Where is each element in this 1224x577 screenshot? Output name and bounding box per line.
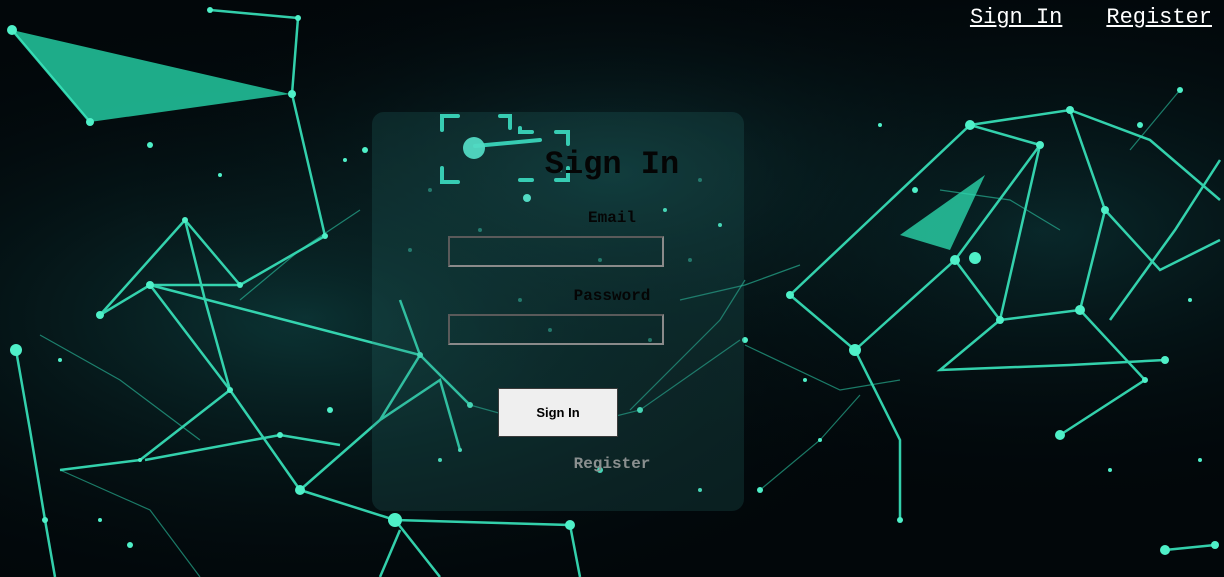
nav-sign-in-link[interactable]: Sign In xyxy=(970,5,1062,30)
form-title: Sign In xyxy=(544,146,680,183)
sign-in-button[interactable]: Sign In xyxy=(498,388,618,437)
register-link[interactable]: Register xyxy=(0,455,1224,473)
nav-register-link[interactable]: Register xyxy=(1106,5,1212,30)
email-label: Email xyxy=(587,209,636,227)
password-label: Password xyxy=(573,287,651,305)
password-field[interactable] xyxy=(448,314,664,345)
top-nav: Sign In Register xyxy=(970,5,1212,30)
email-field[interactable] xyxy=(448,236,664,267)
